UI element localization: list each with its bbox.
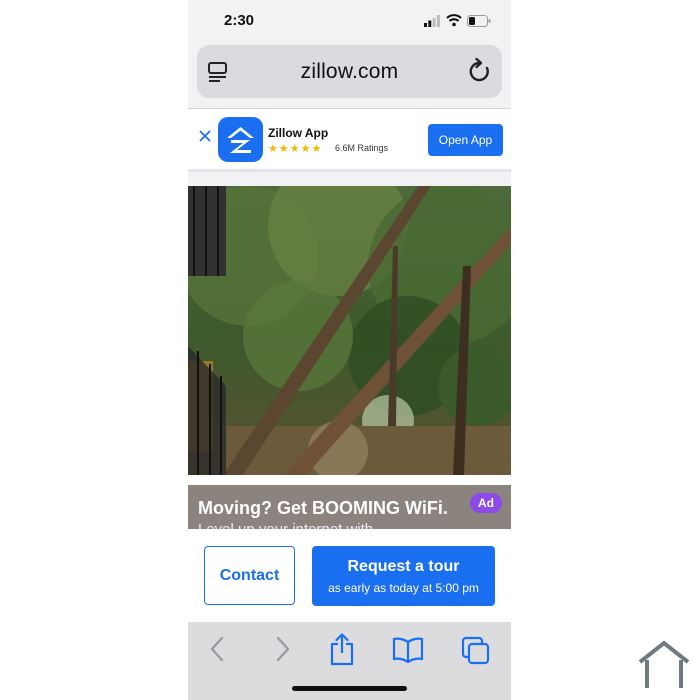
ratings-count: 6.6M Ratings [335,143,389,153]
wifi-icon [446,14,462,27]
house-icon [638,640,690,688]
spacer [188,475,511,485]
request-tour-button[interactable]: Request a tour as early as today at 5:00… [312,546,495,606]
zillow-logo-icon [218,117,263,162]
share-icon[interactable] [328,632,356,666]
browser-toolbar [188,622,511,700]
address-bar[interactable]: zillow.com [197,45,502,98]
request-tour-label: Request a tour [347,558,460,575]
tabs-icon[interactable] [460,632,492,666]
open-app-button[interactable]: Open App [428,124,503,156]
url-text[interactable]: zillow.com [197,60,502,84]
app-name: Zillow App [268,126,329,140]
contact-button[interactable]: Contact [204,546,295,605]
close-icon[interactable] [198,129,212,143]
ad-subtitle: Level up your internet with [198,521,373,529]
banner-shadow [188,169,511,172]
cellular-signal-icon [424,15,440,27]
phone-screen: 2:30 zillow.com Zillow App ★★★★★ 6.6M Ra… [188,0,511,700]
request-tour-subtext: as early as today at 5:00 pm [328,581,479,595]
ad-badge: Ad [470,493,502,513]
home-indicator [292,686,407,691]
forward-icon[interactable] [270,632,294,666]
status-bar: 2:30 [188,0,511,40]
app-banner: Zillow App ★★★★★ 6.6M Ratings Open App [188,109,511,169]
action-bar: Contact Request a tour as early as today… [188,529,511,622]
status-time: 2:30 [224,12,255,29]
reload-icon[interactable] [467,57,493,85]
listing-photo[interactable] [188,186,511,475]
back-icon[interactable] [206,632,230,666]
battery-icon [467,15,491,27]
ad-title: Moving? Get BOOMING WiFi. [198,498,448,518]
ad-banner[interactable]: Moving? Get BOOMING WiFi. Level up your … [188,485,511,529]
rating-stars: ★★★★★ [268,143,323,155]
bookmarks-icon[interactable] [391,632,425,666]
